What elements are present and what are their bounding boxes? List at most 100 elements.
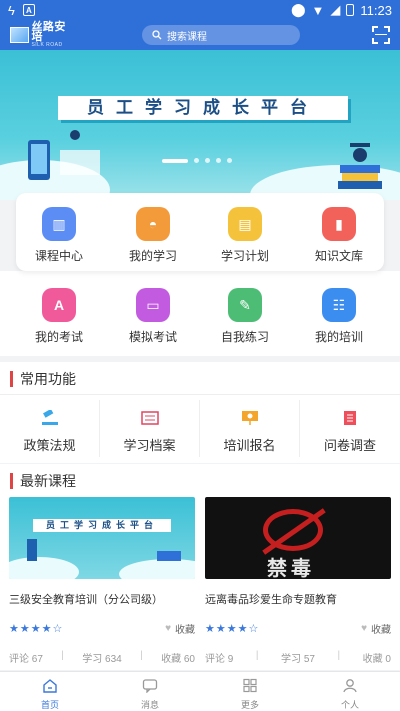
carousel-dot[interactable] xyxy=(162,158,188,163)
signup-board-icon xyxy=(241,411,258,425)
gavel-icon xyxy=(41,408,58,425)
nav-messages[interactable]: 消息 xyxy=(100,672,200,711)
course-stats: 评论 67 | 学习 634 | 收藏 60 xyxy=(9,650,195,665)
comment-count: 评论 67 xyxy=(9,654,43,665)
banner-carousel[interactable]: 员工学习成长平台 xyxy=(0,50,400,200)
nav-label: 消息 xyxy=(140,700,159,710)
logo-text: 丝路安培 xyxy=(31,21,66,43)
latest-courses-section: 最新课程 员工学习成长平台 三级安全教育培训（分公司级） ★★★★☆ ♥ 收藏 … xyxy=(0,464,400,670)
func-survey[interactable]: 问卷调查 xyxy=(300,400,400,457)
favorite-count: 收藏 60 xyxy=(161,654,195,665)
rating-stars: ★★★★☆ xyxy=(205,623,260,635)
course-stats: 评论 9 | 学习 57 | 收藏 0 xyxy=(205,650,391,665)
carousel-dot[interactable] xyxy=(227,158,232,163)
comment-count: 评论 9 xyxy=(205,654,234,665)
book-icon: ▥ xyxy=(42,207,76,241)
bottom-navigation: 首页 消息 更多 个人 xyxy=(0,671,400,711)
nav-label: 个人 xyxy=(340,700,359,710)
grid-label: 模拟考试 xyxy=(128,330,177,344)
func-label: 问卷调查 xyxy=(323,438,376,453)
logo-mark xyxy=(10,27,30,43)
graduate-icon: ◓ xyxy=(136,207,170,241)
carousel-dot[interactable] xyxy=(194,158,199,163)
grid-item-self-practice[interactable]: ✎ 自我练习 xyxy=(205,288,285,345)
grid-icon xyxy=(243,678,257,693)
nav-more[interactable]: 更多 xyxy=(200,672,300,711)
grid-label: 我的学习 xyxy=(128,249,177,263)
grid-item-my-study[interactable]: ◓ 我的学习 xyxy=(113,207,193,264)
study-count: 学习 57 xyxy=(281,654,315,665)
thumbnail-title: 禁毒 xyxy=(267,558,315,579)
favorite-count: 收藏 0 xyxy=(362,654,391,665)
nav-profile[interactable]: 个人 xyxy=(300,672,400,711)
flash-icon: ϟ xyxy=(8,2,15,18)
func-label: 培训报名 xyxy=(223,438,276,453)
monitor-icon: ▭ xyxy=(136,288,170,322)
carousel-dot[interactable] xyxy=(205,158,210,163)
grid-item-mock-exam[interactable]: ▭ 模拟考试 xyxy=(113,288,193,345)
func-policy[interactable]: 政策法规 xyxy=(0,400,100,457)
search-icon xyxy=(152,30,162,40)
signal-icon: ◢ xyxy=(330,2,341,17)
section-title: 最新课程 xyxy=(10,471,76,491)
message-icon xyxy=(142,679,158,694)
app-notification-icon: A xyxy=(22,4,35,16)
section-title: 常用功能 xyxy=(10,369,76,389)
banner-illustration-right xyxy=(338,143,382,189)
archive-icon xyxy=(140,411,159,425)
nav-label: 更多 xyxy=(240,700,259,710)
course-thumbnail: 禁毒 xyxy=(205,497,391,579)
search-placeholder: 搜索课程 xyxy=(167,31,207,43)
library-icon: ▮ xyxy=(322,207,356,241)
course-card[interactable]: 禁毒 远离毒品珍爱生命专题教育 ★★★★☆ ♥ 收藏 评论 9 | 学习 57 … xyxy=(205,497,391,665)
course-card[interactable]: 员工学习成长平台 三级安全教育培训（分公司级） ★★★★☆ ♥ 收藏 评论 67… xyxy=(9,497,195,665)
course-thumbnail: 员工学习成长平台 xyxy=(9,497,195,579)
logo-subtext: SILK ROAD xyxy=(31,42,63,48)
banner-illustration-left xyxy=(28,130,100,180)
favorite-button[interactable]: ♥ 收藏 xyxy=(165,621,195,636)
grid-label: 课程中心 xyxy=(34,249,83,263)
edit-icon: ✎ xyxy=(228,288,262,322)
common-functions-section: 常用功能 政策法规 学习档案 培训报名 问卷调查 xyxy=(0,362,400,463)
func-label: 学习档案 xyxy=(123,438,176,453)
favorite-button[interactable]: ♥ 收藏 xyxy=(361,621,391,636)
favorite-label: 收藏 xyxy=(175,625,195,636)
grid-item-my-exam[interactable]: A 我的考试 xyxy=(19,288,99,345)
wifi-icon: ▼ xyxy=(311,2,325,18)
rating-stars: ★★★★☆ xyxy=(9,623,64,635)
survey-icon xyxy=(344,411,356,425)
training-icon: ☷ xyxy=(322,288,356,322)
top-header: 丝路安培 SILK ROAD 搜索课程 xyxy=(0,20,400,50)
grid-item-course-center[interactable]: ▥ 课程中心 xyxy=(19,207,99,264)
location-icon: ⬤ xyxy=(290,2,306,17)
grid-item-study-plan[interactable]: ▤ 学习计划 xyxy=(205,207,285,264)
home-icon xyxy=(43,679,57,693)
plan-icon: ▤ xyxy=(228,207,262,241)
course-name: 三级安全教育培训（分公司级） xyxy=(9,594,163,606)
grid-label: 我的培训 xyxy=(314,330,363,344)
grid-item-my-training[interactable]: ☷ 我的培训 xyxy=(299,288,379,345)
func-study-archive[interactable]: 学习档案 xyxy=(100,400,200,457)
grid-item-knowledge-library[interactable]: ▮ 知识文库 xyxy=(299,207,379,264)
carousel-indicator xyxy=(162,158,232,163)
nav-label: 首页 xyxy=(40,700,59,710)
course-name: 远离毒品珍爱生命专题教育 xyxy=(205,594,337,606)
nav-home[interactable]: 首页 xyxy=(0,672,100,711)
grid-label: 我的考试 xyxy=(34,330,83,344)
func-label: 政策法规 xyxy=(23,438,76,453)
user-icon xyxy=(343,679,357,693)
status-time: 11:23 xyxy=(360,2,392,18)
favorite-label: 收藏 xyxy=(371,625,391,636)
exam-icon: A xyxy=(42,288,76,322)
func-training-signup[interactable]: 培训报名 xyxy=(200,400,300,457)
heart-icon: ♥ xyxy=(361,623,367,634)
carousel-dot[interactable] xyxy=(216,158,221,163)
grid-label: 自我练习 xyxy=(220,330,269,344)
grid-label: 学习计划 xyxy=(220,249,269,263)
heart-icon: ♥ xyxy=(165,623,171,634)
status-bar: ϟ A ⬤ ▼ ◢ 11:23 xyxy=(0,0,400,20)
scan-icon[interactable] xyxy=(372,26,390,44)
search-input[interactable]: 搜索课程 xyxy=(142,25,300,45)
banner-title: 员工学习成长平台 xyxy=(58,96,348,120)
battery-icon xyxy=(346,4,355,16)
